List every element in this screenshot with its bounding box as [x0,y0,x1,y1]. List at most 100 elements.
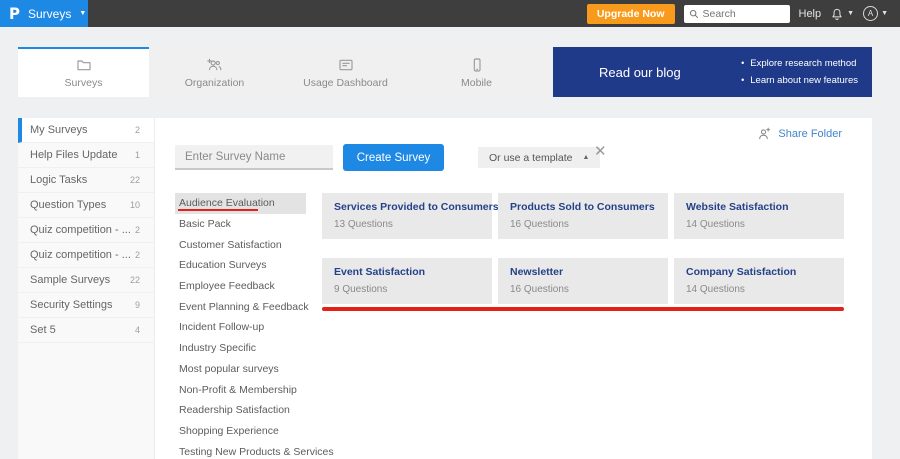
chevron-down-icon: ▼ [847,10,855,17]
folder-count: 2 [134,125,140,135]
blog-bullet: Learn about new features [741,72,858,89]
template-question-count: 9 Questions [334,284,388,295]
close-template-picker-button[interactable]: ✕ [594,144,607,159]
folders-sidebar: My Surveys 2 Help Files Update 1 Logic T… [18,118,155,459]
use-template-label: Or use a template [489,151,573,164]
product-name: Surveys [28,6,72,21]
survey-name-input[interactable] [175,145,333,170]
folder-count: 22 [129,275,140,285]
template-title: Services Provided to Consumers [334,201,499,213]
tab-organization[interactable]: Organization [149,47,280,97]
top-bar: P Surveys ▼ Upgrade Now Help ▼ A ▼ [0,0,900,27]
category-education-surveys[interactable]: Education Surveys [175,255,306,276]
template-card-event-satisfaction[interactable]: Event Satisfaction 9 Questions [322,258,492,304]
app-switcher[interactable]: P Surveys ▼ [0,0,88,27]
category-audience-evaluation[interactable]: Audience Evaluation [175,193,306,214]
folder-count: 22 [129,175,140,185]
category-label: Employee Feedback [179,280,275,293]
category-shopping-experience[interactable]: Shopping Experience [175,421,306,442]
category-label: Non-Profit & Membership [179,383,297,396]
template-title: Newsletter [510,266,564,278]
search-input[interactable] [702,7,785,20]
main-tab-strip: Surveys Organization Usage Dashboard Mob… [18,47,872,97]
sidebar-item-quiz-competition-1[interactable]: Quiz competition - ... 2 [18,218,154,243]
tab-label: Usage Dashboard [303,77,388,89]
category-non-profit-membership[interactable]: Non-Profit & Membership [175,379,306,400]
sidebar-item-quiz-competition-2[interactable]: Quiz competition - ... 2 [18,243,154,268]
category-basic-pack[interactable]: Basic Pack [175,214,306,235]
search-icon [689,9,698,18]
folder-label: Help Files Update [30,149,118,161]
sidebar-item-sample-surveys[interactable]: Sample Surveys 22 [18,268,154,293]
add-people-icon [207,58,222,71]
template-card-website-satisfaction[interactable]: Website Satisfaction 14 Questions [674,193,844,239]
account-menu[interactable]: A ▼ [863,6,888,21]
add-person-icon [759,127,771,140]
sidebar-item-help-files-update[interactable]: Help Files Update 1 [18,143,154,168]
category-label: Testing New Products & Services [179,445,334,458]
folder-count: 1 [134,150,140,160]
main-panel: My Surveys 2 Help Files Update 1 Logic T… [18,118,872,459]
read-our-blog-banner[interactable]: Read our blog Explore research method Le… [553,47,872,97]
template-card-grid: Services Provided to Consumers 13 Questi… [322,193,844,304]
folder-label: Logic Tasks [30,174,88,186]
category-label: Readership Satisfaction [179,404,290,417]
template-card-services-provided-to-consumers[interactable]: Services Provided to Consumers 13 Questi… [322,193,499,239]
category-label: Audience Evaluation [179,197,275,210]
share-folder-button[interactable]: Share Folder [756,127,842,141]
folder-count: 2 [134,250,140,260]
folder-label: Security Settings [30,299,113,311]
category-industry-specific[interactable]: Industry Specific [175,338,306,359]
template-title: Products Sold to Consumers [510,201,655,213]
tab-label: Organization [184,77,245,89]
template-card-products-sold-to-consumers[interactable]: Products Sold to Consumers 16 Questions [498,193,668,239]
help-link[interactable]: Help [799,8,822,20]
sidebar-item-logic-tasks[interactable]: Logic Tasks 22 [18,168,154,193]
proprofs-logo-icon: P [9,4,20,23]
template-card-company-satisfaction[interactable]: Company Satisfaction 14 Questions [674,258,844,304]
category-label: Shopping Experience [179,424,279,437]
dashboard-icon [338,59,353,71]
folder-count: 10 [129,200,140,210]
category-label: Customer Satisfaction [179,238,282,251]
category-testing-new-products-services[interactable]: Testing New Products & Services [175,441,334,459]
category-label: Most popular surveys [179,362,279,375]
category-customer-satisfaction[interactable]: Customer Satisfaction [175,234,306,255]
category-label: Event Planning & Feedback [179,300,309,313]
category-label: Incident Follow-up [179,321,265,334]
tab-surveys[interactable]: Surveys [18,47,149,97]
bell-icon [832,8,842,20]
category-employee-feedback[interactable]: Employee Feedback [175,276,306,297]
upgrade-now-button[interactable]: Upgrade Now [586,3,675,24]
folder-count: 4 [134,325,140,335]
share-folder-label: Share Folder [778,128,842,140]
create-survey-button[interactable]: Create Survey [343,144,444,171]
category-event-planning-feedback[interactable]: Event Planning & Feedback [175,296,309,317]
sidebar-item-my-surveys[interactable]: My Surveys 2 [18,118,154,143]
tab-usage-dashboard[interactable]: Usage Dashboard [280,47,411,97]
sidebar-item-question-types[interactable]: Question Types 10 [18,193,154,218]
notifications-menu[interactable]: ▼ [830,7,854,21]
use-template-dropdown[interactable]: Or use a template ▲ [478,147,601,168]
category-label: Education Surveys [179,259,267,272]
chevron-down-icon: ▼ [881,10,888,17]
sidebar-item-security-settings[interactable]: Security Settings 9 [18,293,154,318]
chevron-down-icon: ▼ [79,10,87,17]
tab-mobile[interactable]: Mobile [411,47,542,97]
template-question-count: 14 Questions [686,219,745,230]
folder-label: Quiz competition - ... [30,249,131,261]
chevron-up-icon: ▲ [582,154,590,161]
tab-label: Surveys [64,77,103,89]
blog-bullet-list: Explore research method Learn about new … [741,55,858,89]
category-most-popular-surveys[interactable]: Most popular surveys [175,359,306,380]
sidebar-item-set-5[interactable]: Set 5 4 [18,318,154,343]
category-incident-follow-up[interactable]: Incident Follow-up [175,317,306,338]
category-label: Industry Specific [179,342,257,355]
category-readership-satisfaction[interactable]: Readership Satisfaction [175,400,306,421]
mobile-phone-icon [473,58,481,72]
template-question-count: 16 Questions [510,284,569,295]
template-question-count: 14 Questions [686,284,745,295]
template-title: Company Satisfaction [686,266,797,278]
search-box[interactable] [683,4,790,23]
template-card-newsletter[interactable]: Newsletter 16 Questions [498,258,668,304]
